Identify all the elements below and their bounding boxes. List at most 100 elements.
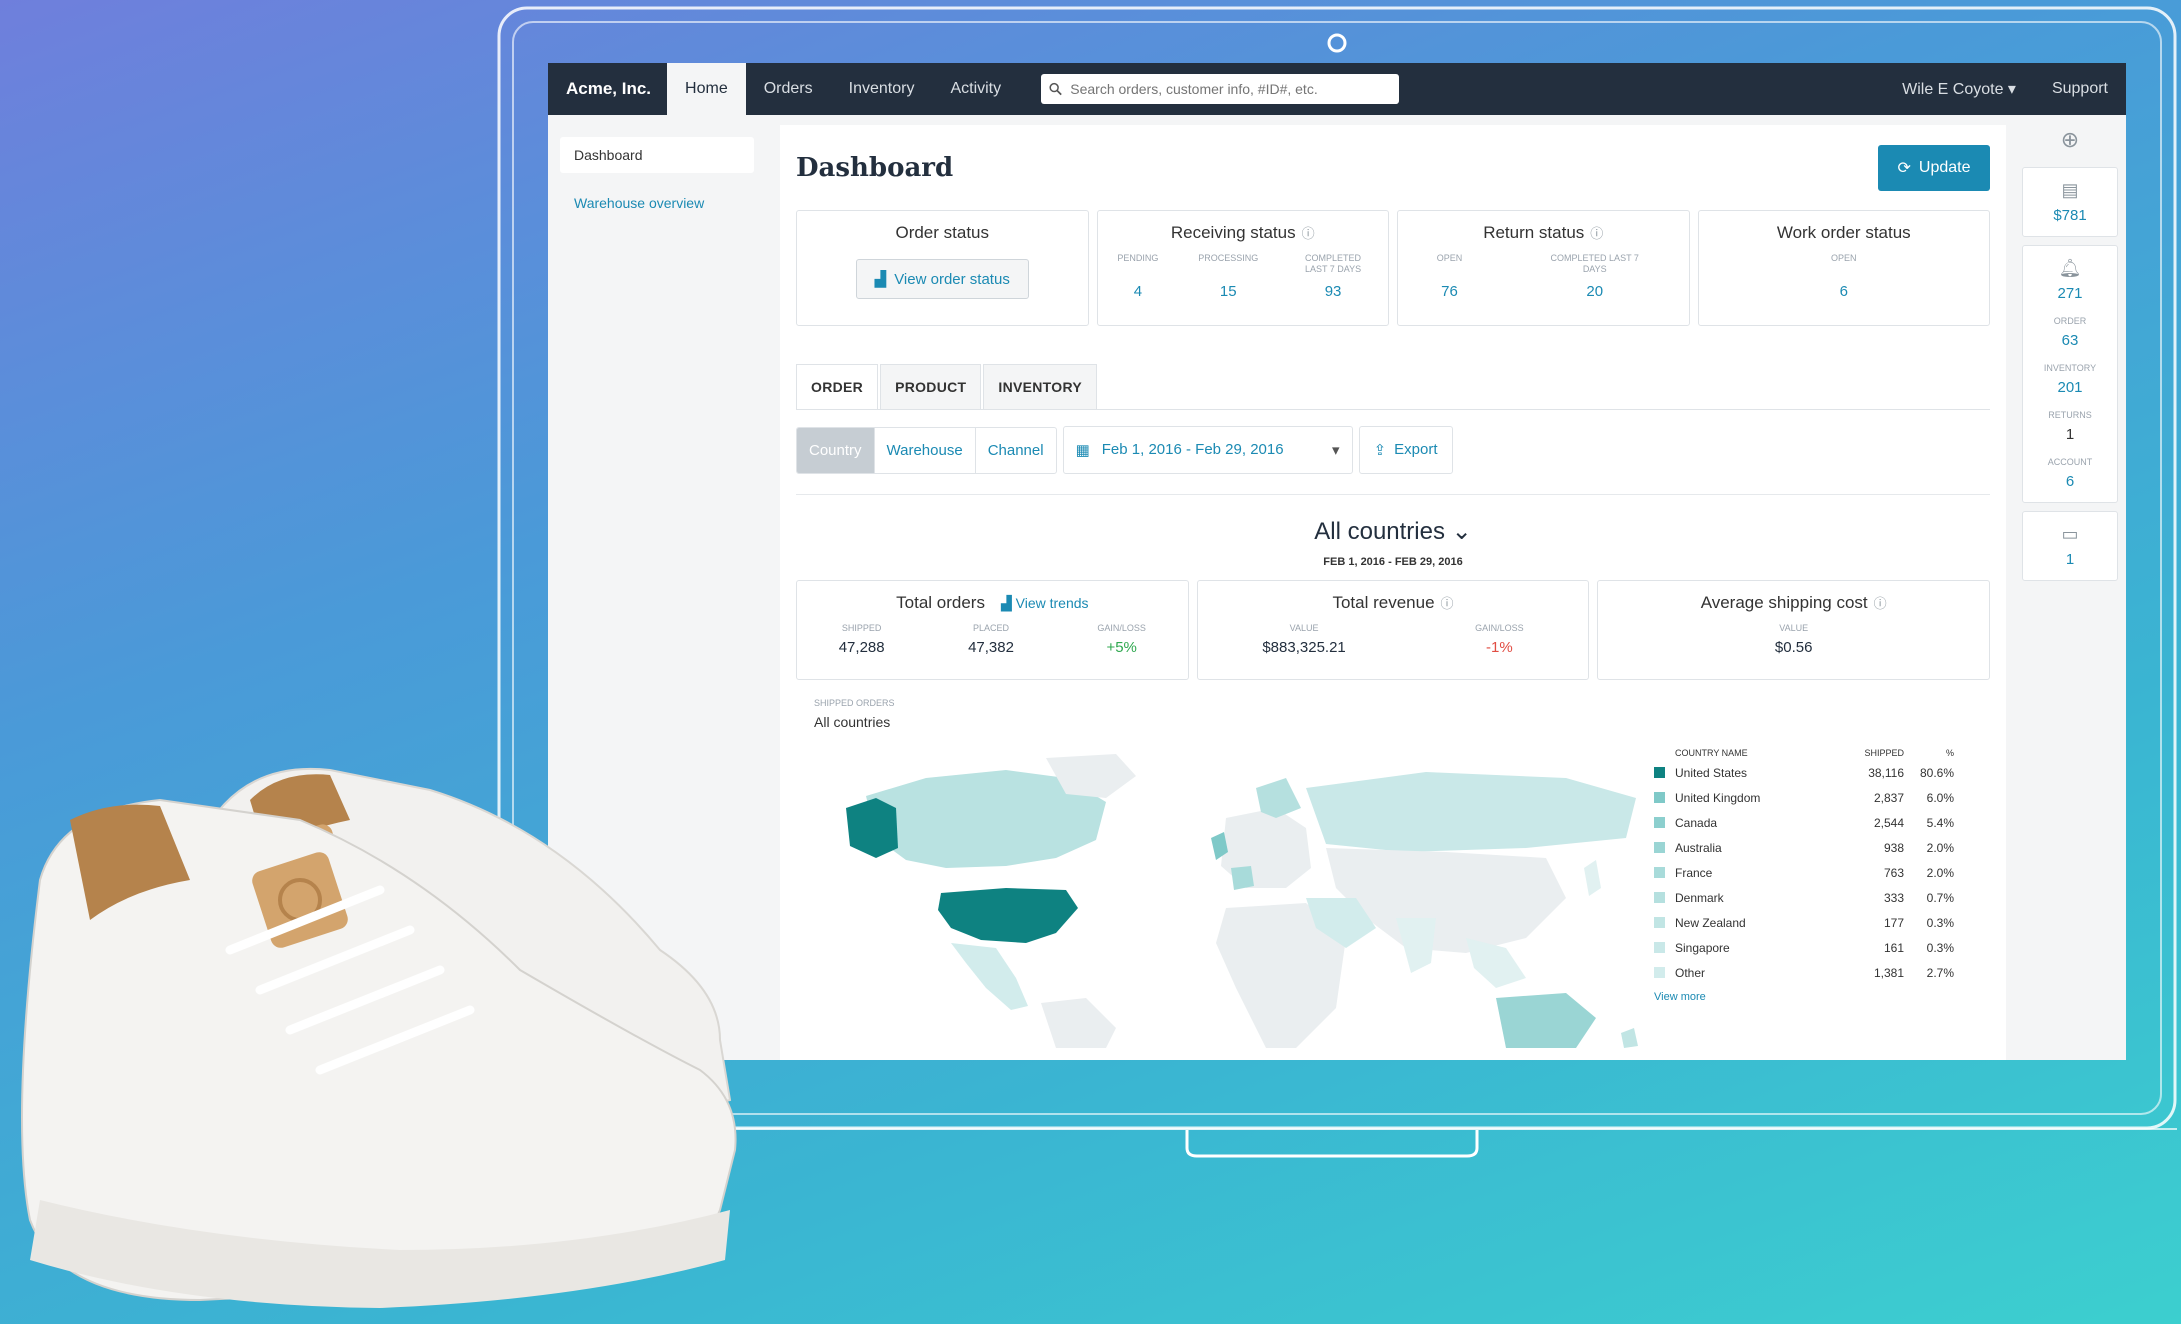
rail-value[interactable]: 1 [2023,426,2117,443]
search-box[interactable] [1041,74,1400,104]
sidebar-item-dashboard[interactable]: Dashboard [560,137,754,173]
legend-country-name: Canada [1675,815,1718,830]
nav-tab-inventory[interactable]: Inventory [831,63,933,115]
legend-country-name: Other [1675,965,1706,980]
legend-shipped: 1,381 [1873,965,1904,980]
legend-country-name: New Zealand [1675,915,1746,930]
region-russia [1306,772,1636,852]
filter-bar: Country Warehouse Channel ▦ Feb 1, 2016 … [796,426,1990,474]
country-date-range: FEB 1, 2016 - FEB 29, 2016 [1323,556,1463,568]
sidebar-item-warehouse-overview[interactable]: Warehouse overview [548,173,766,233]
kpi-label: Gain/Loss [1475,623,1524,633]
calendar-icon: ▦ [1075,442,1090,459]
nav-tab-orders[interactable]: Orders [746,63,831,115]
legend-percent: 2.7% [1926,965,1954,980]
metric-value[interactable]: 93 [1298,283,1368,300]
country-selector[interactable]: All countries ⌄ [780,517,2006,546]
region-japan [1584,860,1601,896]
receiving-status-card: Receiving status ⓘ Pending 4 Processing 15 … [1096,210,1389,326]
legend-row[interactable]: United States 38,116 80.6% [1654,760,1954,785]
info-icon[interactable]: ⓘ [1590,226,1603,241]
legend-percent: 5.4% [1926,815,1954,830]
legend-row[interactable]: United Kingdom 2,837 6.0% [1654,785,1954,810]
metric-label: Completed last 7 days [1550,253,1639,274]
export-button[interactable]: ⇪ Export [1358,426,1453,474]
metric-value[interactable]: 20 [1540,283,1650,300]
top-navbar: Acme, Inc. Home Orders Inventory Activit… [548,63,2126,115]
legend-country-name: France [1675,865,1713,880]
support-link[interactable]: Support [2034,80,2126,98]
view-trends-link[interactable]: ▟ View trends [1001,595,1089,611]
legend-row[interactable]: Singapore 161 0.3% [1654,935,1954,960]
page-title: Dashboard [796,152,954,183]
tab-order[interactable]: ORDER [796,364,879,409]
legend-row[interactable]: Other 1,381 2.7% [1654,960,1954,985]
update-button[interactable]: ⟳ Update [1878,144,1990,191]
legend-shipped: 763 [1883,865,1904,880]
kpi-label: Placed [973,623,1010,633]
average-shipping-cost-card: Average shipping cost ⓘ Value $0.56 [1597,580,1991,680]
metric-value[interactable]: 6 [1831,283,1857,300]
refresh-icon: ⟳ [1897,159,1911,177]
metric-value[interactable]: 4 [1117,283,1158,300]
metric-processing: Processing 15 [1198,253,1258,300]
order-status-card: Order status ▟ View order status [796,210,1089,326]
rail-value[interactable]: 63 [2023,332,2117,349]
legend-swatch [1654,792,1665,803]
legend-row[interactable]: Denmark 333 0.7% [1654,885,1954,910]
legend-header-shipped: Shipped [1864,748,1904,758]
kpi-metric: Value $0.56 [1775,623,1813,656]
metric-open: Open 6 [1831,253,1857,300]
legend-row[interactable]: New Zealand 177 0.3% [1654,910,1954,935]
info-icon[interactable]: ⓘ [1874,596,1887,611]
metric-value[interactable]: 15 [1198,283,1258,300]
bell-icon: 🔔︎ [2058,258,2082,278]
add-circle-icon[interactable]: ⊕ [2014,115,2126,167]
nav-tab-activity[interactable]: Activity [932,63,1019,115]
segment-country[interactable]: Country [797,427,875,473]
tab-inventory[interactable]: INVENTORY [983,364,1097,409]
legend-percent: 6.0% [1926,790,1954,805]
rail-value[interactable]: 201 [2023,379,2117,396]
divider [796,494,1990,495]
rail-value[interactable]: 6 [2023,473,2117,490]
segment-channel[interactable]: Channel [976,428,1056,473]
legend-country-name: Singapore [1675,940,1730,955]
legend-country-name: Australia [1675,840,1722,855]
messages-card[interactable]: ▭ 1 [2022,511,2118,581]
search-icon [1049,82,1062,96]
view-more-link[interactable]: View more [1654,991,1954,1003]
brand-name[interactable]: Acme, Inc. [548,79,667,99]
kpi-value: $0.56 [1774,639,1813,656]
tab-product[interactable]: PRODUCT [880,364,982,409]
map-legend: Country name Shipped % United States 38,1… [1654,746,1954,1003]
work-order-status-title: Work order status [1776,223,1911,242]
bar-chart-icon: ▟ [874,271,887,288]
legend-shipped: 2,544 [1873,815,1904,830]
kpi-label: Value [1779,623,1809,633]
view-order-status-button[interactable]: ▟ View order status [855,259,1029,299]
kpi-metric: Gain/Loss -1% [1475,623,1524,656]
notifications-card[interactable]: 🔔︎ 271 Order 63 Inventory 201 Returns 1 … [2022,245,2118,503]
info-icon[interactable]: ⓘ [1441,596,1454,611]
nav-tab-home[interactable]: Home [667,63,746,115]
user-menu[interactable]: Wile E Coyote ▾ [1884,79,2034,99]
legend-row[interactable]: France 763 2.0% [1654,860,1954,885]
metric-value[interactable]: 76 [1437,283,1463,300]
info-icon[interactable]: ⓘ [1302,226,1315,241]
legend-percent: 2.0% [1926,840,1954,855]
date-range-picker[interactable]: ▦ Feb 1, 2016 - Feb 29, 2016 ▾ [1062,426,1353,474]
wallet-card[interactable]: ▤ $781 [2022,167,2118,237]
kpi-cards: Total orders ▟ View trends Shipped 47,288 … [780,580,2006,680]
legend-row[interactable]: Australia 938 2.0% [1654,835,1954,860]
metric-pending: Pending 4 [1117,253,1158,300]
search-input[interactable] [1070,81,1392,97]
segment-warehouse[interactable]: Warehouse [875,427,976,473]
front-sneaker [21,798,737,1308]
metric-completed: Completed last 7 days 20 [1540,253,1650,300]
kpi-label: Shipped [841,623,882,633]
rail-label: Inventory [2043,363,2097,373]
legend-row[interactable]: Canada 2,544 5.4% [1654,810,1954,835]
section-tabs: ORDER PRODUCT INVENTORY [796,364,1990,410]
map-sublabel: Shipped orders [814,698,895,708]
